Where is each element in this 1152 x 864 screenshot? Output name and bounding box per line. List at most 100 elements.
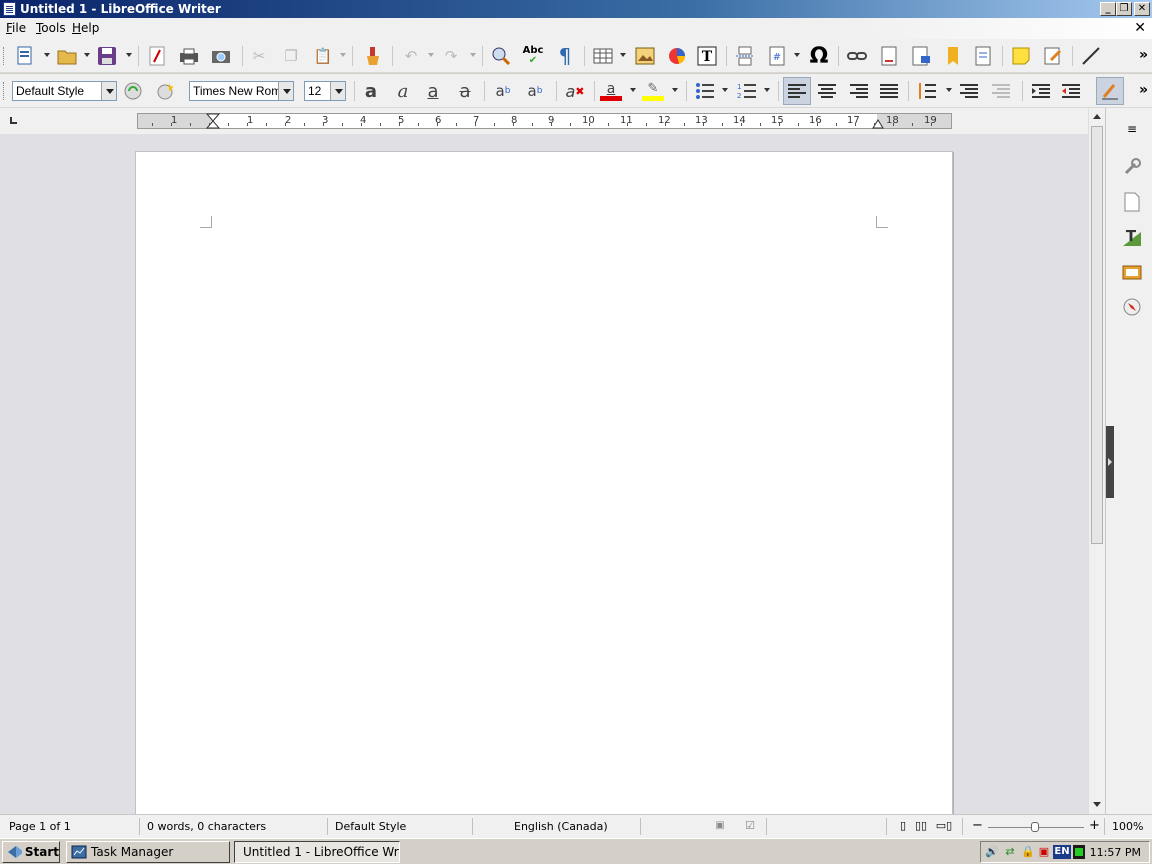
insert-textbox-icon[interactable]: T xyxy=(696,45,718,67)
horizontal-ruler[interactable]: 1 1 2 3 4 5 6 7 8 9 10 11 12 13 14 15 16… xyxy=(137,113,952,129)
highlighting-color-icon[interactable]: ✎ xyxy=(642,80,664,102)
new-document-icon[interactable] xyxy=(14,45,36,67)
strikethrough-icon[interactable]: a xyxy=(454,80,476,102)
word-count[interactable]: 0 words, 0 characters xyxy=(147,820,266,833)
bullet-list-icon[interactable] xyxy=(694,80,716,102)
font-color-icon[interactable]: a xyxy=(600,80,622,102)
spelling-icon[interactable]: Abc ✔ xyxy=(522,45,544,67)
scroll-up-button[interactable] xyxy=(1090,110,1104,124)
undo-dropdown-icon[interactable] xyxy=(428,53,434,57)
align-right-icon[interactable] xyxy=(848,80,870,102)
paragraph-style-select[interactable]: Default Style xyxy=(12,81,117,101)
toolbar-overflow-icon[interactable]: » xyxy=(1139,47,1148,63)
paste-dropdown-icon[interactable] xyxy=(340,53,346,57)
toolbar-grip[interactable] xyxy=(3,47,6,65)
menu-help[interactable]: Help xyxy=(72,21,99,35)
insert-bookmark-icon[interactable] xyxy=(942,45,964,67)
toolbar-grip[interactable] xyxy=(3,82,6,100)
sidebar-menu-icon[interactable]: ≡ xyxy=(1121,118,1143,140)
document-page[interactable] xyxy=(135,151,953,814)
insert-line-icon[interactable] xyxy=(1080,45,1102,67)
export-pdf-icon[interactable] xyxy=(146,45,168,67)
save-icon[interactable] xyxy=(96,45,118,67)
numbered-list-dropdown-icon[interactable] xyxy=(764,88,770,92)
status-monitor-icon[interactable] xyxy=(1073,845,1085,859)
language-indicator[interactable]: EN xyxy=(1053,845,1071,859)
insert-cross-reference-icon[interactable] xyxy=(972,45,994,67)
undo-icon[interactable]: ↶ xyxy=(400,45,422,67)
book-view-icon[interactable]: ▭▯ xyxy=(934,816,954,834)
table-dropdown-icon[interactable] xyxy=(620,53,626,57)
gallery-icon[interactable] xyxy=(1121,260,1143,282)
increase-paragraph-spacing-icon[interactable] xyxy=(958,80,980,102)
save-dropdown-icon[interactable] xyxy=(126,53,132,57)
formatting-marks-icon[interactable]: ¶ xyxy=(554,44,576,68)
insert-chart-icon[interactable] xyxy=(666,45,688,67)
subscript-icon[interactable]: ab xyxy=(524,80,546,102)
monitor-alert-icon[interactable]: ▣ xyxy=(1037,845,1051,859)
clock[interactable]: 11:57 PM xyxy=(1090,846,1141,859)
cut-icon[interactable]: ✂ xyxy=(248,45,270,67)
decrease-paragraph-spacing-icon[interactable] xyxy=(990,80,1012,102)
bold-icon[interactable]: a xyxy=(360,80,382,102)
special-character-icon[interactable]: Ω xyxy=(808,44,830,69)
insert-comment-icon[interactable] xyxy=(1010,45,1032,67)
zoom-in-button[interactable]: + xyxy=(1089,818,1100,833)
field-dropdown-icon[interactable] xyxy=(794,53,800,57)
document-modified-icon[interactable]: ☑ xyxy=(742,816,758,834)
copy-icon[interactable]: ❐ xyxy=(280,45,302,67)
paragraph-format-icon[interactable] xyxy=(1096,77,1124,105)
update-style-icon[interactable] xyxy=(122,80,144,102)
font-size-select[interactable]: 12 xyxy=(304,81,346,101)
zoom-level[interactable]: 100% xyxy=(1112,820,1143,833)
styles-icon[interactable]: T xyxy=(1121,226,1143,248)
italic-icon[interactable]: a xyxy=(392,80,414,102)
multi-page-view-icon[interactable]: ▯▯ xyxy=(912,816,930,834)
scroll-down-button[interactable] xyxy=(1090,798,1104,812)
page-style[interactable]: Default Style xyxy=(335,820,406,833)
vertical-scrollbar[interactable] xyxy=(1088,108,1105,814)
minimize-button[interactable]: _ xyxy=(1100,2,1116,16)
taskbar-item-writer[interactable]: Untitled 1 - LibreOffice Writ... xyxy=(234,841,400,863)
font-color-dropdown-icon[interactable] xyxy=(630,88,636,92)
insert-endnote-icon[interactable] xyxy=(910,45,932,67)
justify-icon[interactable] xyxy=(878,80,900,102)
decrease-indent-icon[interactable] xyxy=(1060,80,1082,102)
volume-icon[interactable]: 🔊 xyxy=(985,845,999,859)
restore-button[interactable]: ❐ xyxy=(1116,2,1132,16)
superscript-icon[interactable]: ab xyxy=(492,80,514,102)
font-name-select[interactable]: Times New Roman xyxy=(189,81,294,101)
insert-footnote-icon[interactable] xyxy=(878,45,900,67)
menu-file[interactable]: File xyxy=(6,21,26,35)
taskbar-item-task-manager[interactable]: Task Manager xyxy=(66,841,230,863)
insert-field-icon[interactable]: # xyxy=(766,45,788,67)
bullet-list-dropdown-icon[interactable] xyxy=(722,88,728,92)
language[interactable]: English (Canada) xyxy=(514,820,608,833)
new-dropdown-icon[interactable] xyxy=(44,53,50,57)
toolbar-overflow-icon[interactable]: » xyxy=(1139,82,1148,98)
font-size-dropdown-icon[interactable] xyxy=(330,82,345,100)
line-spacing-icon[interactable] xyxy=(916,80,938,102)
lock-icon[interactable]: 🔒 xyxy=(1021,845,1035,859)
track-changes-icon[interactable] xyxy=(1042,45,1064,67)
numbered-list-icon[interactable]: 12 xyxy=(736,80,758,102)
menu-tools[interactable]: Tools xyxy=(36,21,66,35)
new-style-icon[interactable] xyxy=(154,80,176,102)
insert-image-icon[interactable] xyxy=(634,45,656,67)
close-window-button[interactable]: ✕ xyxy=(1134,2,1150,16)
zoom-slider-knob[interactable] xyxy=(1031,822,1039,832)
single-page-view-icon[interactable]: ▯ xyxy=(896,816,910,834)
insert-hyperlink-icon[interactable] xyxy=(846,45,868,67)
increase-indent-icon[interactable] xyxy=(1030,80,1052,102)
align-left-icon[interactable] xyxy=(783,77,811,105)
line-spacing-dropdown-icon[interactable] xyxy=(946,88,952,92)
network-icon[interactable]: ⇄ xyxy=(1003,845,1017,859)
selection-mode-icon[interactable]: ▣ xyxy=(712,816,728,834)
page-count[interactable]: Page 1 of 1 xyxy=(9,820,71,833)
open-dropdown-icon[interactable] xyxy=(84,53,90,57)
open-folder-icon[interactable] xyxy=(56,45,78,67)
zoom-out-button[interactable]: − xyxy=(972,818,983,833)
print-icon[interactable] xyxy=(178,45,200,67)
highlight-dropdown-icon[interactable] xyxy=(672,88,678,92)
paste-icon[interactable]: 📋 xyxy=(312,45,334,67)
